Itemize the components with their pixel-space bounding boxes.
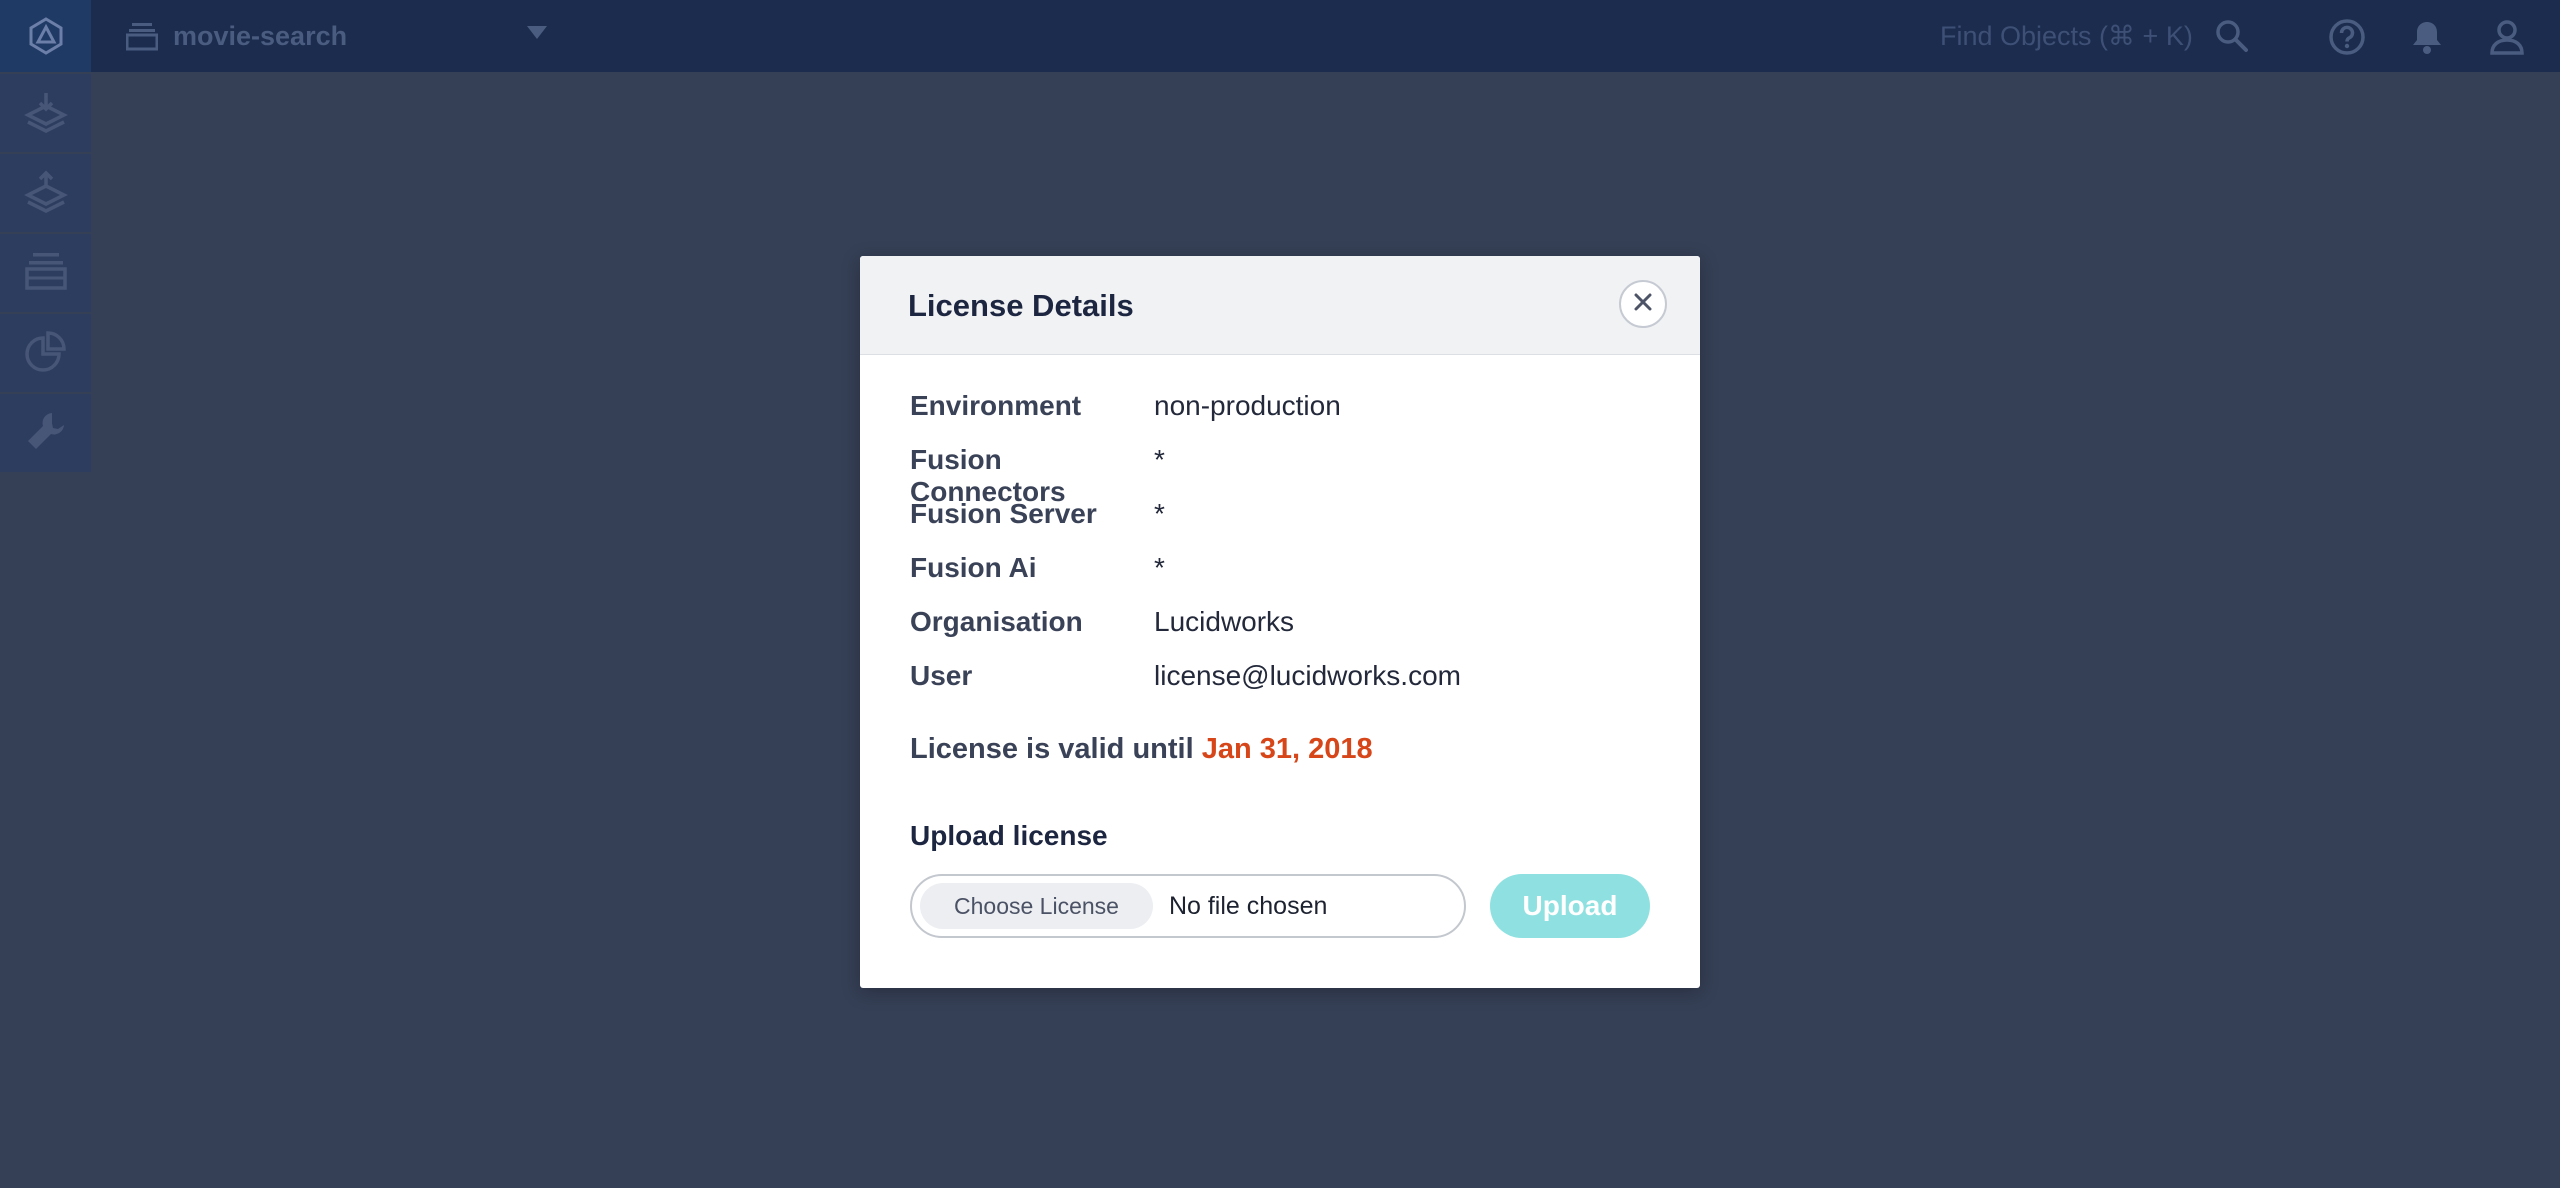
top-bar: movie-search Find Objects (⌘ + K) [0,0,2560,72]
modal-header: License Details [860,256,1700,355]
detail-value: license@lucidworks.com [1154,660,1461,691]
license-details-modal: License Details Environment non-producti… [860,256,1700,988]
detail-row-organisation: Organisation Lucidworks [910,606,1670,660]
close-icon [1634,293,1652,316]
detail-row-fusion-ai: Fusion Ai * [910,552,1670,606]
fusion-logo-icon[interactable] [0,0,91,72]
app-selector[interactable]: movie-search [125,0,555,72]
detail-row-fusion-connectors: Fusion Connectors * [910,444,1670,507]
detail-value: * [1154,498,1165,529]
bell-icon[interactable] [2407,17,2447,57]
detail-label: Fusion Server [910,498,1097,529]
detail-label: Fusion Ai [910,552,1037,583]
detail-row-environment: Environment non-production [910,390,1670,444]
file-status: No file chosen [1168,891,1328,920]
detail-value: Lucidworks [1154,606,1295,637]
find-objects-label: Find Objects (⌘ + K) [1940,20,2193,51]
app-name: movie-search [173,20,348,51]
close-button[interactable] [1619,280,1667,328]
search-icon[interactable] [2215,19,2249,53]
detail-row-fusion-server: Fusion Server * [910,498,1670,552]
find-objects[interactable]: Find Objects (⌘ + K) [1940,0,2260,72]
detail-label: User [910,660,973,691]
upload-button[interactable]: Upload [1490,874,1650,938]
upload-license-heading: Upload license [910,820,1108,851]
detail-value: * [1154,552,1165,583]
caret-down-icon[interactable] [527,26,547,45]
modal-title: License Details [908,288,1134,323]
detail-value: * [1154,444,1165,475]
detail-value: non-production [1154,390,1341,421]
detail-label: Organisation [910,606,1083,637]
license-validity: License is valid until Jan 31, 2018 [910,733,1373,766]
collection-stack-icon [125,19,159,53]
user-icon[interactable] [2487,17,2527,57]
validity-date: Jan 31, 2018 [1201,733,1373,765]
help-circle-icon[interactable] [2327,17,2367,57]
choose-license-button[interactable]: Choose License [920,883,1153,929]
license-details-list: Environment non-production Fusion Connec… [910,390,1670,714]
license-file-input[interactable]: Choose License No file chosen [910,874,1466,938]
detail-row-user: User license@lucidworks.com [910,660,1670,714]
detail-label: Environment [910,390,1082,421]
validity-prefix: License is valid until [910,733,1194,765]
